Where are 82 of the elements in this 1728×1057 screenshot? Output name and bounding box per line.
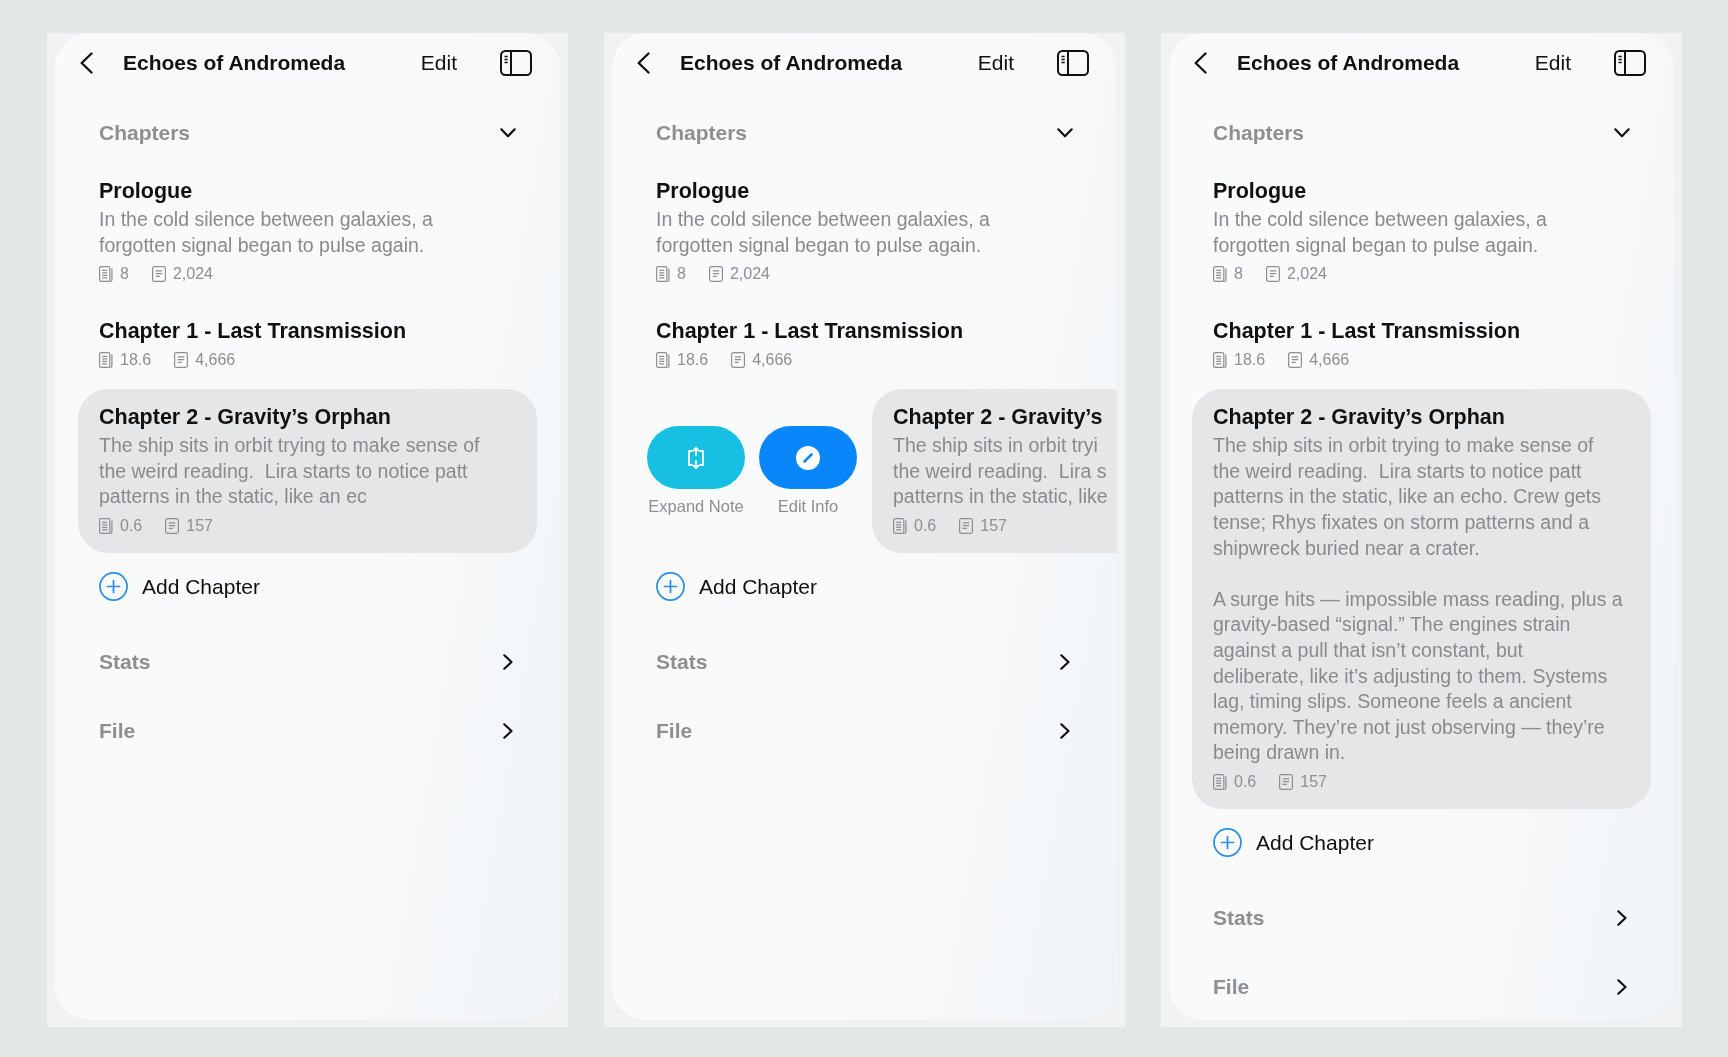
word-count: 4,666 [752, 351, 793, 370]
page-count: 18.6 [120, 351, 152, 370]
chapter-title: Chapter 2 - Gravity’s Orphan [99, 404, 392, 431]
pages-icon [893, 517, 907, 534]
chapter-item[interactable]: Prologue In the cold silence between galaxies, a forgotten signal began to pulse again. 8 2,024 [78, 163, 537, 302]
chapter-summary: In the cold silence between galaxies, a forgotten signal began to pulse again. [1213, 207, 1548, 258]
chapter-item[interactable]: Chapter 1 - Last Transmission 18.6 4,666 [1192, 303, 1651, 388]
chapter-title: Chapter 2 - Gravity’s Orphan [1213, 404, 1506, 431]
page-count: 8 [120, 265, 129, 284]
chapter-title: Chapter 1 - Last Transmission [1213, 318, 1522, 345]
back-icon[interactable] [80, 52, 93, 74]
page-count: 0.6 [120, 516, 143, 535]
pages-icon [1213, 352, 1227, 369]
sidebar-icon[interactable] [1614, 50, 1646, 76]
chapter-summary: The ship sits in orbit trying to make sense of the weird reading. Lira starts to notice patt patterns in the static, like an echo. Crew gets tense; Rhys fixates on storm patterns and a shipwreck buried near a crater. A surge hits — impossible mass reading, plus a gravity-based “signal.” The engines strain against a pull that isn’t constant, but deliberate, like it’s adjusting to them. Systems lag, timing slips. Someone feels a ancient memory. They’re not just observing — they’re being drawn in. [1213, 433, 1624, 766]
document-icon [1265, 266, 1280, 283]
pencil-icon [796, 445, 820, 470]
add-chapter-button[interactable]: Add Chapter [656, 566, 817, 607]
expand-icon [688, 446, 704, 469]
back-icon[interactable] [637, 52, 650, 74]
document-icon [174, 352, 189, 369]
edit-button[interactable]: Edit [1534, 51, 1571, 75]
sidebar-icon[interactable] [1057, 50, 1089, 76]
action-label: Edit Info [777, 496, 839, 517]
pages-icon [1213, 773, 1227, 790]
chapter-summary: In the cold silence between galaxies, a forgotten signal began to pulse again. [99, 207, 434, 258]
chapter-title: Prologue [1213, 178, 1308, 204]
chapter-title: Chapter 2 - Gravity’s [893, 404, 1104, 431]
chapter-summary: The ship sits in orbit trying to make sense of the weird reading. Lira starts to notice patt patterns in the static, like an ec [99, 433, 481, 510]
chapter-item[interactable]: Chapter 2 - Gravity’s The ship sits in orbit tryi the weird reading. Lira s patterns in the static, like 0.6 157 [872, 389, 1117, 553]
edit-button[interactable]: Edit [420, 51, 457, 75]
document-icon [165, 517, 180, 534]
chapter-item[interactable]: Chapter 1 - Last Transmission 18.6 4,666 [635, 303, 1094, 388]
book-title: Echoes of Andromeda [123, 51, 346, 75]
pages-icon [99, 266, 113, 283]
page-count: 0.6 [914, 516, 937, 535]
chapter-item[interactable]: Prologue In the cold silence between galaxies, a forgotten signal began to pulse again. 8 2,024 [635, 163, 1094, 302]
word-count: 4,666 [195, 351, 236, 370]
chapter-item[interactable]: Prologue In the cold silence between galaxies, a forgotten signal began to pulse again. 8 2,024 [1192, 163, 1651, 302]
book-title: Echoes of Andromeda [680, 51, 903, 75]
word-count: 157 [980, 516, 1007, 535]
action-label: Expand Note [648, 496, 744, 517]
word-count: 157 [186, 516, 213, 535]
word-count: 2,024 [729, 265, 770, 284]
word-count: 2,024 [1286, 265, 1327, 284]
plus-circle-icon [99, 572, 128, 602]
word-count: 4,666 [1309, 351, 1350, 370]
page-count: 18.6 [677, 351, 709, 370]
pages-icon [99, 352, 113, 369]
plus-circle-icon [656, 572, 685, 602]
chapter-title: Prologue [656, 178, 751, 204]
pages-icon [656, 266, 670, 283]
chapter-summary: In the cold silence between galaxies, a forgotten signal began to pulse again. [656, 207, 991, 258]
document-icon [1279, 773, 1294, 790]
document-icon [1288, 352, 1303, 369]
chapter-item[interactable]: Chapter 2 - Gravity’s Orphan The ship sits in orbit trying to make sense of the weird reading. Lira starts to notice patt patterns in the static, like an ec 0.6 157 [78, 389, 537, 553]
add-chapter-button[interactable]: Add Chapter [1213, 822, 1374, 863]
edit-button[interactable]: Edit [977, 51, 1014, 75]
add-chapter-button[interactable]: Add Chapter [99, 566, 260, 607]
document-icon [959, 517, 974, 534]
chapter-title: Prologue [99, 178, 194, 204]
chapter-item[interactable] [1192, 389, 1651, 809]
document-icon [708, 266, 723, 283]
chapter-item[interactable]: Chapter 1 - Last Transmission 18.6 4,666 [78, 303, 537, 388]
back-icon[interactable] [1194, 52, 1207, 74]
chapter-summary: The ship sits in orbit tryi the weird reading. Lira s patterns in the static, like [893, 433, 1109, 510]
chapter-title: Chapter 1 - Last Transmission [656, 318, 965, 345]
page-count: 18.6 [1234, 351, 1266, 370]
document-icon [151, 266, 166, 283]
page-count: 0.6 [1234, 772, 1257, 791]
page-count: 8 [677, 265, 686, 284]
plus-circle-icon [1213, 828, 1242, 858]
sidebar-icon[interactable] [500, 50, 532, 76]
word-count: 157 [1300, 772, 1327, 791]
book-title: Echoes of Andromeda [1237, 51, 1460, 75]
pages-icon [1213, 266, 1227, 283]
chapter-title: Chapter 1 - Last Transmission [99, 318, 408, 345]
pages-icon [99, 517, 113, 534]
page-count: 8 [1234, 265, 1243, 284]
word-count: 2,024 [172, 265, 213, 284]
pages-icon [656, 352, 670, 369]
document-icon [731, 352, 746, 369]
